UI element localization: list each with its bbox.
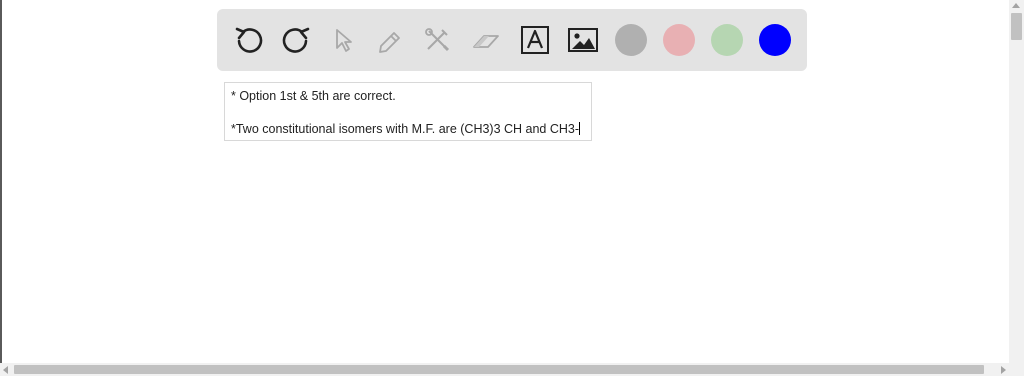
scroll-right-arrow-icon[interactable] <box>1001 366 1006 374</box>
pencil-button[interactable] <box>374 24 406 56</box>
text-tool-icon <box>521 26 549 54</box>
tools-button[interactable] <box>421 24 453 56</box>
drawing-toolbar <box>217 9 807 71</box>
color-swatch-pink[interactable] <box>663 24 695 56</box>
pencil-icon <box>379 32 400 53</box>
scroll-up-arrow-icon[interactable] <box>1012 3 1020 8</box>
image-tool-icon <box>568 28 598 52</box>
text-tool-button[interactable] <box>519 24 551 56</box>
select-pointer-icon <box>336 29 352 52</box>
color-swatch-green[interactable] <box>711 24 743 56</box>
canvas-left-border <box>0 0 2 376</box>
color-swatch-gray[interactable] <box>615 24 647 56</box>
text-caret <box>579 122 581 135</box>
text-line-2-content: *Two constitutional isomers with M.F. ar… <box>231 122 580 136</box>
scroll-left-arrow-icon[interactable] <box>3 366 8 374</box>
text-annotation-box[interactable]: * Option 1st & 5th are correct. *Two con… <box>224 82 592 141</box>
vertical-scroll-thumb[interactable] <box>1011 13 1022 40</box>
eraser-icon <box>473 35 499 48</box>
horizontal-scroll-thumb[interactable] <box>14 365 984 374</box>
vertical-scrollbar[interactable] <box>1009 0 1024 363</box>
redo-button[interactable] <box>280 24 312 56</box>
text-line-2: *Two constitutional isomers with M.F. ar… <box>231 121 591 137</box>
undo-icon <box>235 27 263 53</box>
eraser-button[interactable] <box>470 24 502 56</box>
undo-button[interactable] <box>233 24 265 56</box>
select-button[interactable] <box>327 24 359 56</box>
color-swatch-blue[interactable] <box>759 24 791 56</box>
image-tool-button[interactable] <box>567 24 599 56</box>
tools-icon <box>425 28 450 52</box>
redo-icon <box>282 27 310 53</box>
horizontal-scrollbar[interactable] <box>0 363 1024 376</box>
text-line-1: * Option 1st & 5th are correct. <box>231 89 396 103</box>
